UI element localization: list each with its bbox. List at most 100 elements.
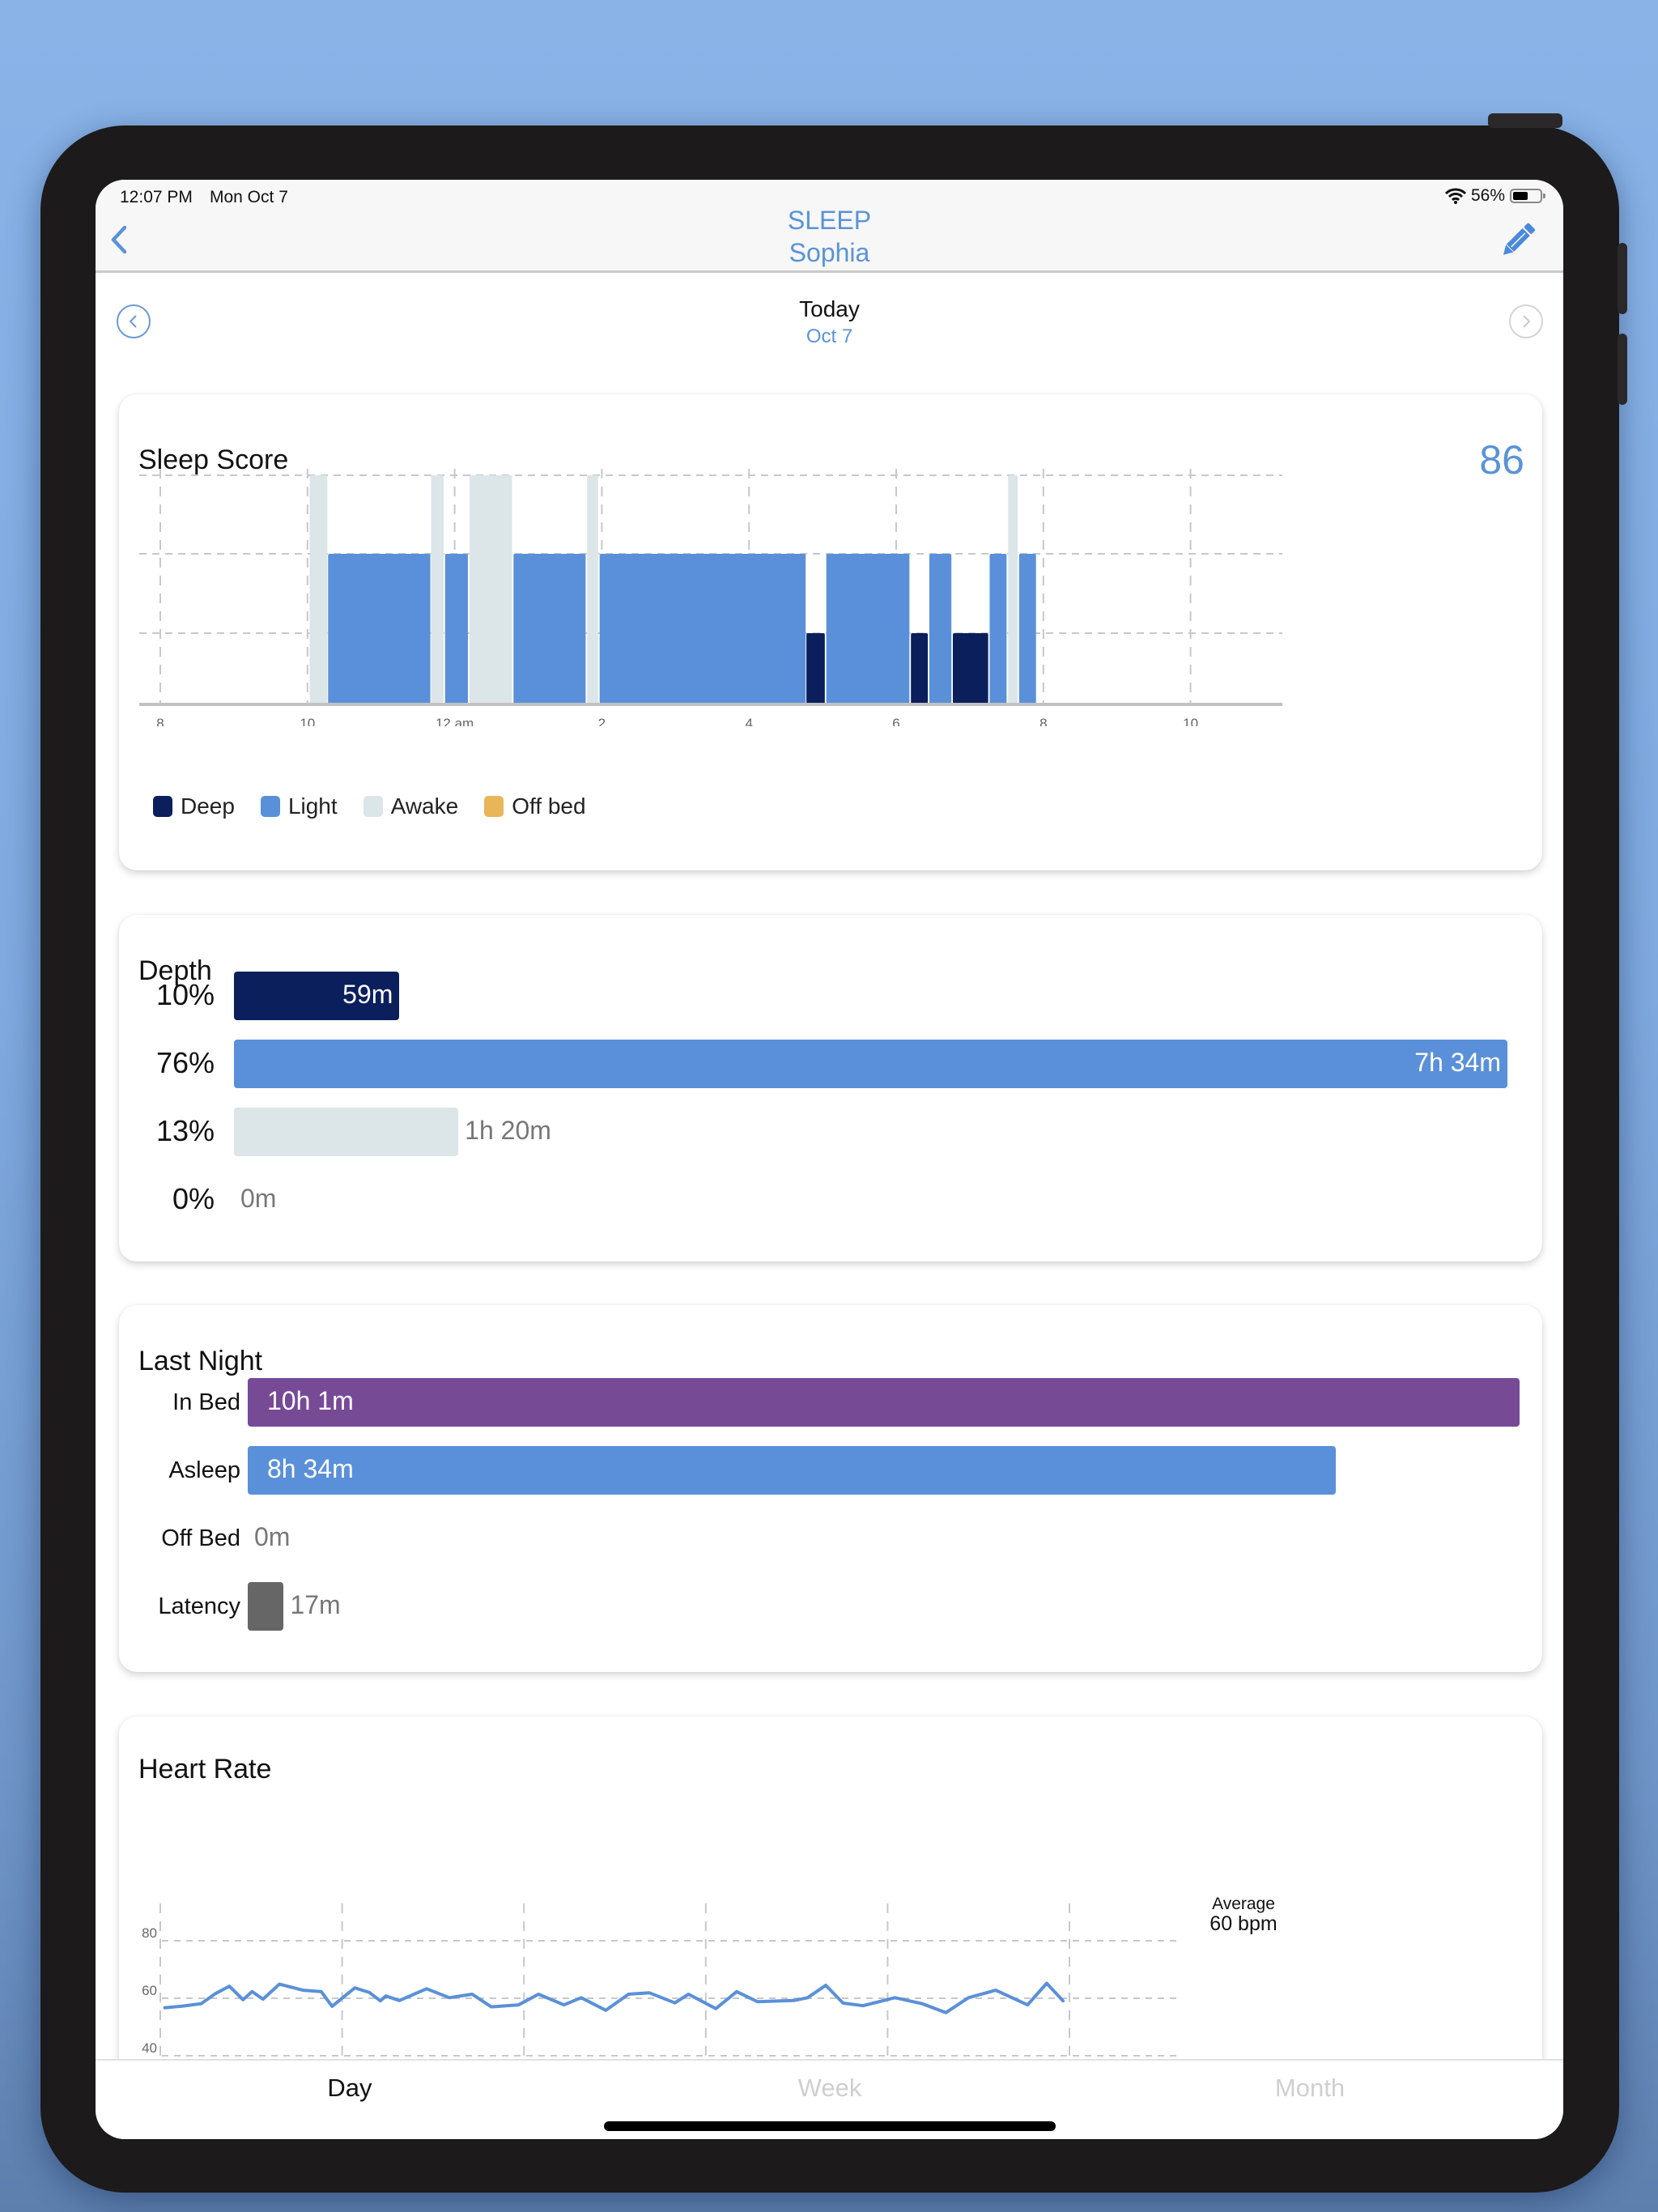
tab-week[interactable]: Week — [749, 2074, 911, 2103]
depth-duration-deep: 59m — [342, 980, 393, 1009]
hr-data-point — [353, 1986, 356, 1989]
sleep-segment-deep — [911, 633, 929, 704]
depth-duration-off_bed: 0m — [240, 1184, 277, 1213]
hr-data-point — [967, 1996, 970, 1999]
legend-label: Off bed — [512, 793, 586, 819]
hr-data-point — [200, 2002, 203, 2006]
hr-data-point — [241, 1998, 244, 2001]
last-night-label-latency: Latency — [158, 1593, 240, 1619]
hr-data-point — [368, 1991, 371, 1994]
nav-title: SLEEP — [787, 206, 872, 235]
legend-label: Awake — [390, 793, 459, 819]
hr-data-point — [379, 1999, 382, 2002]
next-day-button[interactable] — [1509, 304, 1543, 338]
hr-data-point — [861, 2004, 865, 2007]
legend-swatch-off-bed — [484, 796, 504, 817]
battery-level — [1513, 192, 1528, 200]
depth-bar-awake — [234, 1108, 459, 1156]
depth-duration-awake: 1h 20m — [465, 1116, 551, 1145]
legend-item-light: Light — [260, 793, 338, 819]
sleep-x-tick-label: 2 — [598, 716, 606, 726]
sleep-segment-light — [444, 554, 468, 704]
hr-data-point — [470, 1993, 474, 1996]
sleep-segment-light — [328, 554, 431, 704]
hr-data-point — [250, 1990, 253, 1993]
hr-data-point — [330, 2005, 334, 2008]
top-button — [1488, 113, 1562, 128]
sleep-segment-light — [599, 554, 806, 704]
hr-y-tick-label: 40 — [142, 2040, 157, 2056]
status-indicators: 56% — [1444, 186, 1545, 206]
sleep-x-tick-label: 4 — [745, 716, 752, 726]
last-night-label-in_bed: In Bed — [172, 1389, 240, 1415]
hr-data-point — [164, 2006, 167, 2010]
sleep-segment-light — [1018, 554, 1036, 704]
hr-data-point — [648, 1991, 651, 1994]
sleep-segment-awake — [587, 475, 598, 704]
battery-percent: 56% — [1470, 186, 1505, 205]
sleep-score-card: Sleep Score 86 8 10 12 am 2 4 6 8 10 Deep Light… — [119, 394, 1542, 870]
tab-day[interactable]: Day — [269, 2074, 431, 2103]
average-label: Average — [1212, 1895, 1275, 1913]
status-date: Mon Oct 7 — [210, 188, 288, 206]
hr-data-point — [1026, 2003, 1029, 2006]
hr-data-point — [261, 1997, 265, 2001]
legend-swatch-light — [260, 796, 280, 817]
edit-button[interactable] — [1497, 219, 1539, 261]
depth-percent-deep: 10% — [155, 978, 215, 1011]
hr-data-point — [425, 1987, 428, 1990]
sleep-segment-light — [989, 554, 1007, 704]
sleep-x-tick-label: 8 — [156, 716, 164, 726]
sleep-legend: Deep Light Awake Off bed — [153, 793, 586, 819]
date-value: Oct 7 — [806, 325, 853, 347]
hr-data-point — [320, 1990, 323, 1993]
hr-data-point — [517, 2003, 520, 2006]
sleep-segment-light — [826, 554, 910, 704]
hr-data-point — [627, 1993, 630, 1996]
hr-data-point — [674, 2001, 677, 2005]
depth-bar-light — [234, 1040, 1507, 1088]
last-night-label-off_bed: Off Bed — [161, 1525, 240, 1551]
pencil-icon — [1503, 223, 1536, 255]
volume-up-button — [1618, 243, 1627, 314]
hr-data-point — [448, 1996, 451, 1999]
depth-percent-off_bed: 0% — [172, 1182, 215, 1215]
hr-data-point — [213, 1993, 216, 1996]
date-label: Today — [799, 296, 860, 321]
hr-data-point — [920, 2002, 924, 2006]
sleep-x-tick-label: 10 — [300, 716, 315, 726]
hr-data-point — [580, 1996, 583, 1999]
tab-month[interactable]: Month — [1229, 2074, 1391, 2103]
hr-data-point — [1045, 1982, 1048, 1985]
legend-item-deep: Deep — [153, 793, 235, 819]
hr-data-point — [490, 2006, 493, 2009]
last-night-duration-in_bed: 10h 1m — [267, 1386, 354, 1415]
hr-data-point — [806, 1996, 810, 1999]
hr-data-point — [756, 2000, 759, 2003]
sleep-segment-awake — [1008, 475, 1018, 704]
hr-y-tick-label: 60 — [142, 1983, 157, 1998]
chevron-right-icon — [1523, 315, 1531, 328]
sleep-segment-awake — [309, 475, 328, 704]
hr-data-point — [563, 2003, 566, 2006]
hr-data-point — [1061, 1999, 1065, 2002]
hr-data-point — [537, 1993, 540, 1996]
home-indicator[interactable] — [604, 2121, 1056, 2131]
legend-label: Light — [287, 793, 338, 819]
sleep-stage-chart: 8 10 12 am 2 4 6 8 10 — [139, 467, 1282, 726]
depth-percent-light: 76% — [155, 1046, 215, 1079]
legend-item-awake: Awake — [363, 793, 459, 819]
depth-percent-awake: 13% — [155, 1114, 215, 1147]
sleep-x-tick-label: 8 — [1039, 716, 1047, 726]
last-night-bar-in_bed — [248, 1378, 1520, 1427]
sleep-segment-awake — [431, 475, 444, 704]
heart-rate-chart: 204060801012 am2468 — [142, 1903, 1180, 2089]
last-night-bar-latency — [248, 1582, 284, 1631]
hr-data-point — [714, 2007, 717, 2010]
volume-down-button — [1618, 334, 1627, 405]
status-time: 12:07 PM — [120, 188, 193, 206]
hr-y-tick-label: 80 — [142, 1925, 157, 1941]
sleep-segment-light — [513, 554, 586, 704]
navigation-bar: 12:07 PM Mon Oct 7 56% SLEEP Sophia — [96, 180, 1563, 273]
last-night-title: Last Night — [138, 1346, 263, 1376]
